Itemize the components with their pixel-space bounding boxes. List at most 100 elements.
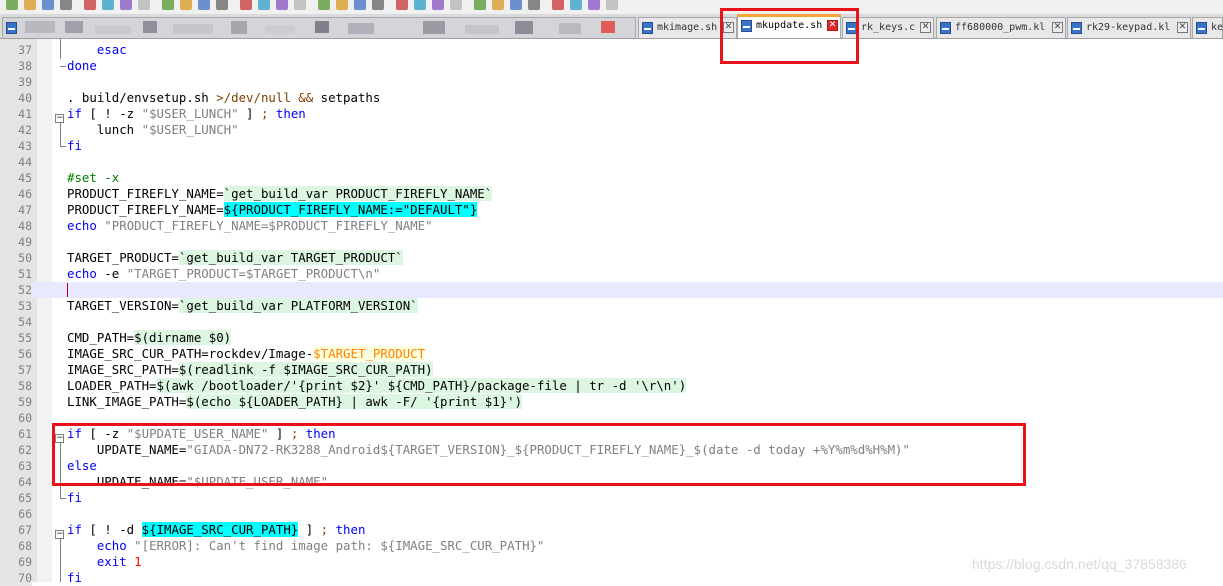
close-icon[interactable] [84,0,96,10]
sync-v-icon[interactable] [318,0,330,10]
code-token: "TARGET_PRODUCT=$TARGET_PRODUCT\n" [126,266,381,281]
code-text: . build/envsetup.sh >/dev/null && setpat… [67,90,380,106]
save-macro-icon[interactable] [588,0,600,10]
code-token: setpaths [320,90,381,105]
stop-record-icon[interactable] [528,0,540,10]
code-token: PRODUCT_FIREFLY_NAME= [67,202,224,217]
code-line[interactable]: 67 if [ ! -d ${IMAGE_SRC_CUR_PATH} ] ; th… [0,522,1223,538]
new-file-icon[interactable] [6,0,18,10]
obscured-tab[interactable] [2,17,636,38]
replace-icon[interactable] [258,0,270,10]
sync-h-icon[interactable] [336,0,348,10]
tab-label: ke [1211,22,1223,33]
line-number: 52 [0,282,32,298]
code-token: echo [96,538,127,553]
code-text: LINK_IMAGE_PATH=$(echo ${LOADER_PATH} | … [67,394,523,410]
doc-map-icon[interactable] [432,0,444,10]
code-line[interactable]: 46 PRODUCT_FIREFLY_NAME=`get_build_var PR… [0,186,1223,202]
tab-ke[interactable]: ke [1192,17,1223,38]
code-line[interactable]: 39 [0,74,1223,90]
code-token: . build/envsetup.sh [67,90,217,105]
code-text: echo "PRODUCT_FIREFLY_NAME=$PRODUCT_FIRE… [67,218,433,234]
code-token: [ ! -z [81,106,142,121]
code-line[interactable]: 59 LINK_IMAGE_PATH=$(echo ${LOADER_PATH} … [0,394,1223,410]
code-line[interactable]: 44 [0,154,1223,170]
code-line[interactable]: 38 done [0,58,1223,74]
zoom-out-icon[interactable] [294,0,306,10]
code-token: ] [238,106,261,121]
folder-workspace-icon[interactable] [474,0,486,10]
play-macro-icon[interactable] [552,0,564,10]
code-line[interactable]: 66 [0,506,1223,522]
tab-label: ff680000_pwm.kl [955,22,1046,33]
code-line[interactable]: 50 TARGET_PRODUCT=`get_build_var TARGET_P… [0,250,1223,266]
udl-icon[interactable] [414,0,426,10]
code-line[interactable]: 56 IMAGE_SRC_CUR_PATH=rockdev/Image-$TARG… [0,346,1223,362]
code-text: if [ ! -z "$USER_LUNCH" ] ; then [67,106,306,122]
paste-icon[interactable] [180,0,192,10]
code-line[interactable]: 40 . build/envsetup.sh >/dev/null && setp… [0,90,1223,106]
code-line[interactable]: 68 echo "[ERROR]: Can't find image path:… [0,538,1223,554]
code-line[interactable]: 55 CMD_PATH=$(dirname $0) [0,330,1223,346]
save-all-icon[interactable] [60,0,72,10]
close-tab-icon[interactable]: ✕ [1052,22,1063,33]
code-token: "[ERROR]: Can't find image path: ${IMAGE… [134,538,545,553]
fold-collapse-icon[interactable]: − [55,530,64,539]
code-line[interactable]: 37 esac [0,42,1223,58]
undo-icon[interactable] [198,0,210,10]
monitoring-icon[interactable] [492,0,504,10]
spell-icon[interactable] [606,0,618,10]
code-line[interactable]: 70 fi [0,570,1223,586]
code-line[interactable]: 45 #set -x [0,170,1223,186]
save-icon[interactable] [42,0,54,10]
code-line[interactable]: 52 [0,282,1223,298]
line-number: 53 [0,298,32,314]
fold-end-marker [60,66,66,67]
tab-ff680000-pwm[interactable]: ff680000_pwm.kl ✕ [936,17,1066,38]
code-line[interactable]: 41 if [ ! -z "$USER_LUNCH" ] ; then [0,106,1223,122]
all-chars-icon[interactable] [372,0,384,10]
line-number: 61 [0,426,32,442]
code-editor[interactable]: 37 esac 38 done 39 40. build/envsetup.sh >/d… [0,39,1223,586]
line-number: 45 [0,170,32,186]
code-line[interactable]: 51 echo -e "TARGET_PRODUCT=$TARGET_PRODUC… [0,266,1223,282]
close-tab-icon[interactable]: ✕ [920,22,931,33]
zoom-in-icon[interactable] [276,0,288,10]
copy-icon[interactable] [162,0,174,10]
code-line[interactable]: 42 lunch "$USER_LUNCH" [0,122,1223,138]
tab-rk29-keypad[interactable]: rk29-keypad.kl ✕ [1067,17,1191,38]
indent-guide-icon[interactable] [396,0,408,10]
print-icon[interactable] [120,0,132,10]
redo-icon[interactable] [216,0,228,10]
code-line[interactable]: 65 fi [0,490,1223,506]
code-line[interactable]: 53 TARGET_VERSION=`get_build_var PLATFORM… [0,298,1223,314]
line-number: 55 [0,330,32,346]
close-tab-icon[interactable]: ✕ [1177,22,1188,33]
find-icon[interactable] [240,0,252,10]
play-multiple-icon[interactable] [570,0,582,10]
code-line[interactable]: 54 [0,314,1223,330]
line-number: 39 [0,74,32,90]
code-line[interactable]: 57 IMAGE_SRC_PATH=$(readlink -f $IMAGE_SR… [0,362,1223,378]
code-line[interactable]: 48 echo "PRODUCT_FIREFLY_NAME=$PRODUCT_FI… [0,218,1223,234]
code-text: fi [67,490,82,506]
cut-icon[interactable] [138,0,150,10]
code-token: $(awk /bootloader/'{print $2}' ${CMD_PAT… [156,378,687,393]
code-token: `get_build_var PLATFORM_VERSION` [178,298,418,313]
code-line[interactable]: 49 [0,234,1223,250]
code-line[interactable]: 43 fi [0,138,1223,154]
close-all-icon[interactable] [102,0,114,10]
record-macro-icon[interactable] [510,0,522,10]
code-token: `get_build_var PRODUCT_FIREFLY_NAME` [223,186,493,201]
code-line[interactable]: 58 LOADER_PATH=$(awk /bootloader/'{print … [0,378,1223,394]
line-number: 70 [0,570,32,586]
function-list-icon[interactable] [450,0,462,10]
fold-collapse-icon[interactable]: − [55,114,64,123]
code-line[interactable]: 47 PRODUCT_FIREFLY_NAME=${PRODUCT_FIREFLY… [0,202,1223,218]
code-text: TARGET_VERSION=`get_build_var PLATFORM_V… [67,298,418,314]
open-file-icon[interactable] [24,0,36,10]
wrap-icon[interactable] [354,0,366,10]
line-number: 41 [0,106,32,122]
